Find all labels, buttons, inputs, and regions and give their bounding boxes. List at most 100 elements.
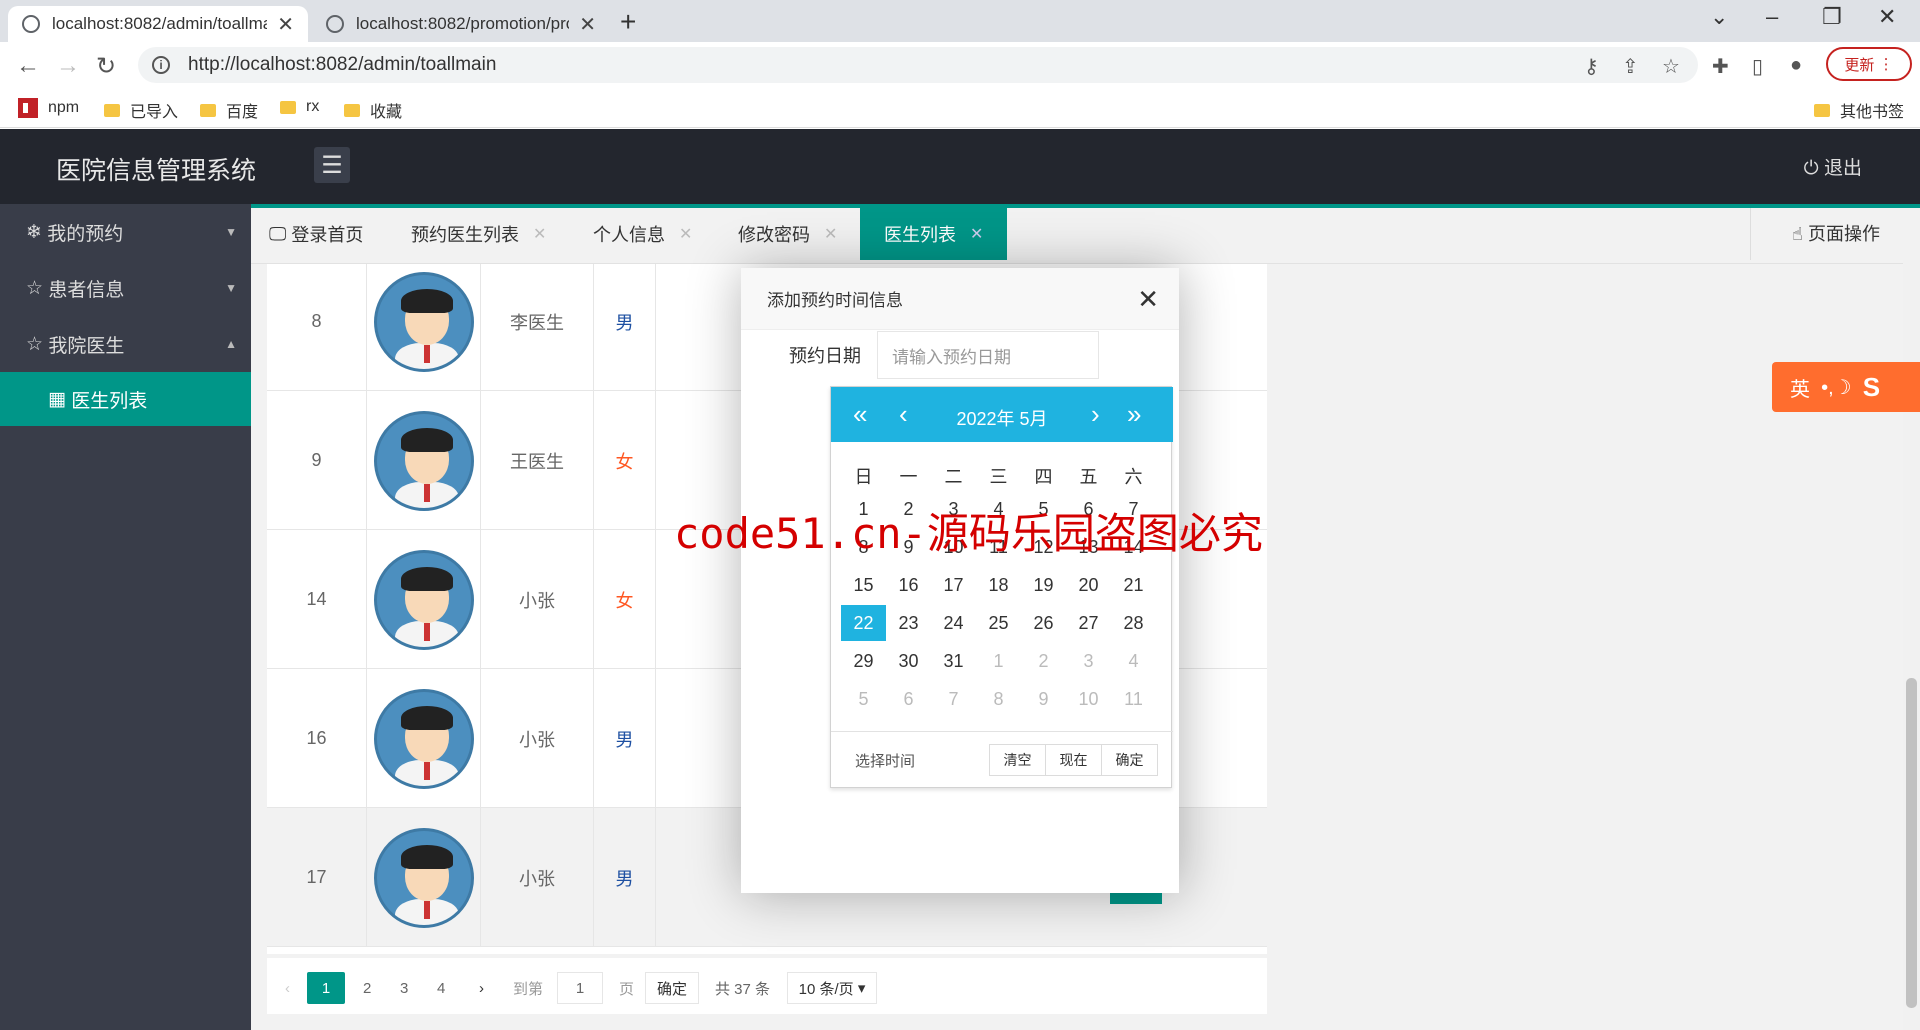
tab-profile[interactable]: 个人信息 ✕	[593, 208, 692, 260]
calendar-day[interactable]: 4	[1111, 643, 1156, 679]
date-picker-footer: 选择时间 清空 现在 确定	[831, 731, 1173, 789]
calendar-day[interactable]: 31	[931, 643, 976, 679]
logout-button[interactable]: ⏻ 退出	[1804, 153, 1862, 180]
url-field[interactable]: i http://localhost:8082/admin/toallmain	[138, 47, 1698, 83]
restore-icon[interactable]: ❐	[1822, 4, 1842, 30]
calendar-day[interactable]: 10	[1066, 681, 1111, 717]
calendar-day[interactable]: 20	[1066, 567, 1111, 603]
extensions-icon[interactable]: ✚	[1712, 54, 1729, 79]
close-window-icon[interactable]: ✕	[1878, 4, 1896, 30]
calendar-day[interactable]: 21	[1111, 567, 1156, 603]
bookmark-star-icon[interactable]: ☆	[1662, 54, 1680, 79]
close-icon[interactable]: ✕	[1137, 284, 1159, 315]
calendar-day[interactable]: 19	[1021, 567, 1066, 603]
now-button[interactable]: 现在	[1045, 744, 1102, 776]
goto-page-input[interactable]: 1	[557, 972, 603, 1004]
tab-search-icon[interactable]: ⌄	[1710, 4, 1728, 30]
share-icon[interactable]: ⇪	[1622, 54, 1639, 79]
close-tab-icon[interactable]: ✕	[579, 12, 596, 37]
calendar-day[interactable]: 1	[976, 643, 1021, 679]
page-1[interactable]: 1	[307, 972, 345, 1004]
calendar-day[interactable]: 28	[1111, 605, 1156, 641]
date-input[interactable]: 请输入预约日期	[877, 331, 1099, 379]
cell-gender: 男	[594, 669, 656, 808]
key-icon[interactable]: ⚷	[1584, 54, 1599, 79]
calendar-day[interactable]: 3	[1066, 643, 1111, 679]
sidebar-item-doctors[interactable]: ☆ 我院医生 ▲	[0, 316, 251, 372]
close-tab-icon[interactable]: ✕	[824, 224, 837, 244]
calendar-day[interactable]: 2	[1021, 643, 1066, 679]
calendar-day[interactable]: 27	[1066, 605, 1111, 641]
next-page-icon[interactable]: ›	[479, 972, 484, 1004]
calendar-day[interactable]: 17	[931, 567, 976, 603]
sidebar-subitem-doctor-list[interactable]: ▦ 医生列表	[0, 372, 251, 426]
calendar-day[interactable]: 24	[931, 605, 976, 641]
calendar-day[interactable]: 7	[931, 681, 976, 717]
menu-toggle-icon[interactable]: ☰	[314, 147, 350, 183]
page-2[interactable]: 2	[363, 972, 371, 1004]
site-info-icon[interactable]: i	[152, 56, 170, 74]
page-operations-button[interactable]: ☝ 页面操作	[1792, 220, 1880, 246]
calendar-day[interactable]: 29	[841, 643, 886, 679]
calendar-day[interactable]: 5	[841, 681, 886, 717]
calendar-day[interactable]: 11	[1111, 681, 1156, 717]
close-tab-icon[interactable]: ✕	[277, 12, 294, 37]
star-icon: ☆	[26, 333, 44, 355]
star-icon: ☆	[26, 277, 44, 299]
sidebar-item-patients[interactable]: ☆ 患者信息 ▼	[0, 260, 251, 316]
goto-confirm-button[interactable]: 确定	[645, 972, 699, 1004]
page-4[interactable]: 4	[437, 972, 445, 1004]
ime-toolbar[interactable]: 英 •,☽ S	[1772, 362, 1920, 412]
page-size-select[interactable]: 10 条/页 ▾	[787, 972, 877, 1004]
back-icon[interactable]: ←	[16, 52, 40, 80]
update-button[interactable]: 更新 ⋮	[1826, 47, 1912, 81]
bookmark-npm[interactable]: npm	[18, 98, 79, 118]
clear-button[interactable]: 清空	[989, 744, 1046, 776]
next-year-icon[interactable]: »	[1127, 399, 1141, 430]
browser-tab-active[interactable]: localhost:8082/admin/toallmain ✕	[8, 6, 308, 42]
cell-name: 王医生	[481, 391, 594, 530]
close-tab-icon[interactable]: ✕	[970, 224, 983, 244]
close-tab-icon[interactable]: ✕	[533, 224, 546, 244]
tab-home[interactable]: 🖵 登录首页	[269, 208, 363, 260]
bookmark-folder[interactable]: 百度	[200, 98, 258, 122]
calendar-day[interactable]: 8	[976, 681, 1021, 717]
folder-icon	[280, 100, 296, 114]
minimize-icon[interactable]: –	[1766, 4, 1778, 30]
bookmark-folder[interactable]: rx	[280, 98, 319, 116]
sidebar-item-my-appointments[interactable]: ❄ 我的预约 ▼	[0, 204, 251, 260]
close-tab-icon[interactable]: ✕	[679, 224, 692, 244]
tab-appointment-doctors[interactable]: 预约医生列表 ✕	[411, 208, 546, 260]
sidebar: ❄ 我的预约 ▼ ☆ 患者信息 ▼ ☆ 我院医生 ▲ ▦ 医生列表	[0, 204, 251, 1030]
new-tab-icon[interactable]: +	[620, 6, 636, 38]
confirm-button[interactable]: 确定	[1101, 744, 1158, 776]
tab-doctor-list[interactable]: 医生列表 ✕	[860, 208, 1008, 260]
calendar-day[interactable]: 15	[841, 567, 886, 603]
profile-icon[interactable]: ●	[1790, 54, 1802, 77]
calendar-day[interactable]: 22	[841, 605, 886, 641]
calendar-day[interactable]: 16	[886, 567, 931, 603]
side-panel-icon[interactable]: ▯	[1752, 54, 1763, 79]
select-time-link[interactable]: 选择时间	[855, 750, 915, 771]
calendar-day[interactable]: 18	[976, 567, 1021, 603]
calendar-day[interactable]: 9	[1021, 681, 1066, 717]
prev-page-icon[interactable]: ‹	[285, 972, 290, 1004]
power-icon: ⏻	[1803, 158, 1819, 179]
calendar-day[interactable]: 25	[976, 605, 1021, 641]
bookmark-folder[interactable]: 收藏	[344, 98, 402, 122]
calendar-day[interactable]: 30	[886, 643, 931, 679]
next-month-icon[interactable]: ›	[1091, 399, 1100, 430]
forward-icon[interactable]: →	[56, 52, 80, 80]
browser-tab[interactable]: localhost:8082/promotion/pro ✕	[312, 6, 610, 42]
tab-change-password[interactable]: 修改密码 ✕	[738, 208, 837, 260]
bookmark-folder[interactable]: 已导入	[104, 98, 178, 122]
page-3[interactable]: 3	[400, 972, 408, 1004]
weekday-label: 六	[1124, 467, 1143, 487]
year-month-label[interactable]: 2022年 5月	[831, 405, 1173, 431]
scroll-thumb[interactable]	[1906, 678, 1917, 1008]
reload-icon[interactable]: ↻	[96, 52, 116, 81]
other-bookmarks[interactable]: 其他书签	[1814, 98, 1904, 122]
calendar-day[interactable]: 26	[1021, 605, 1066, 641]
calendar-day[interactable]: 23	[886, 605, 931, 641]
calendar-day[interactable]: 6	[886, 681, 931, 717]
